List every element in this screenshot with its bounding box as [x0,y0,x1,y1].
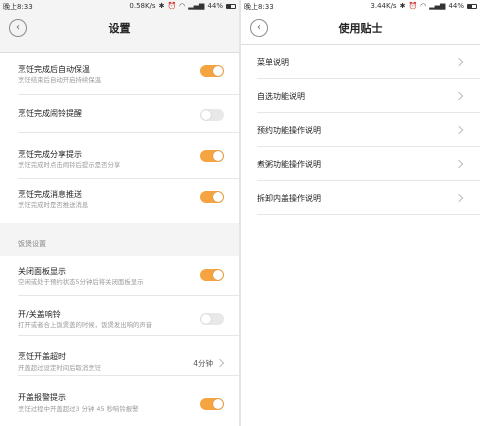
lid-timeout-value: 4分钟 [193,359,213,368]
setting-title: 关闭面板显示 [18,267,66,276]
settings-screen: 晚上8:33 0.58K/s ✱ ⏰ ◠ ▂▄▆ 44% ‹ 设置 烹饪完成后自… [0,0,239,426]
battery-icon [467,3,477,9]
status-bar: 晚上8:33 3.44K/s ✱ ⏰ ◠ ▂▄▆ 44% [241,0,480,13]
net-speed: 3.44K/s [370,2,397,10]
share-prompt-toggle[interactable] [200,150,224,162]
keep-warm-toggle[interactable] [200,65,224,77]
push-message-toggle[interactable] [200,191,224,203]
page-title: 使用贴士 [338,22,383,35]
wifi-icon: ◠ [420,2,427,10]
setting-subtitle: 烹饪完成时是否推送消息 [18,201,89,209]
tip-menu-guide[interactable]: 菜单说明 [241,45,480,79]
setting-title: 开/关盖响铃 [18,310,61,319]
setting-subtitle: 烹饪结束后自动开启持续保温 [18,76,102,84]
device-settings-list: 关闭面板显示 空闲或处于预约状态5分钟后将关闭面板显示 开/关盖响铃 打开或者合… [0,256,239,426]
app-bar: ‹ 设置 [0,13,239,43]
tip-label: 煮粥功能操作说明 [257,160,321,169]
tip-porridge-function[interactable]: 煮粥功能操作说明 [241,147,480,181]
panel-display-toggle[interactable] [200,269,224,281]
setting-subtitle: 开盖超过设定时间后取消烹饪 [18,364,102,372]
tip-remove-inner-lid[interactable]: 拆卸内盖操作说明 [241,181,480,215]
setting-subtitle: 空闲或处于预约状态5分钟后将关闭面板显示 [18,278,144,286]
setting-auto-keep-warm[interactable]: 烹饪完成后自动保温 烹饪结束后自动开启持续保温 [0,53,239,95]
status-bar: 晚上8:33 0.58K/s ✱ ⏰ ◠ ▂▄▆ 44% [0,0,239,13]
setting-title: 烹饪开盖超时 [18,352,66,361]
app-bar: ‹ 使用贴士 [241,13,480,43]
setting-share-prompt[interactable]: 烹饪完成分享提示 烹饪完成时点击闹铃后提示是否分享 [0,133,239,179]
setting-lid-timeout[interactable]: 烹饪开盖超时 开盖超过设定时间后取消烹饪 4分钟 [0,336,239,376]
setting-title: 开盖报警提示 [18,393,66,402]
signal-icon: ▂▄▆ [188,2,205,10]
setting-subtitle: 烹饪完成时点击闹铃后提示是否分享 [18,161,121,169]
chevron-right-icon [454,159,464,169]
tip-label: 自选功能说明 [257,92,305,101]
chevron-right-icon [454,193,464,203]
setting-panel-display[interactable]: 关闭面板显示 空闲或处于预约状态5分钟后将关闭面板显示 [0,256,239,296]
chevron-right-icon [454,125,464,135]
lid-alarm-toggle[interactable] [200,398,224,410]
tip-label: 菜单说明 [257,58,289,67]
status-time: 晚上8:33 [3,3,33,11]
group-label: 饭煲设置 [18,240,46,248]
setting-lid-alarm[interactable]: 开盖报警提示 烹饪过程中开盖超过3 分钟 45 秒响铃报警 [0,376,239,426]
battery-percent: 44% [448,2,464,10]
battery-icon [226,3,236,9]
setting-subtitle: 烹饪过程中开盖超过3 分钟 45 秒响铃报警 [18,405,139,413]
chevron-right-icon [454,91,464,101]
tip-label: 拆卸内盖操作说明 [257,194,321,203]
page-title: 设置 [108,22,131,35]
chevron-right-icon [215,358,225,368]
alarm-icon: ⏰ [167,2,177,10]
battery-percent: 44% [207,2,223,10]
setting-subtitle: 打开或者合上饭煲盖的时候，饭煲发出响的声音 [18,321,153,329]
lid-sound-toggle[interactable] [200,313,224,325]
setting-lid-sound[interactable]: 开/关盖响铃 打开或者合上饭煲盖的时候，饭煲发出响的声音 [0,296,239,336]
net-speed: 0.58K/s [129,2,156,10]
alarm-reminder-toggle[interactable] [200,109,224,121]
settings-list: 烹饪完成后自动保温 烹饪结束后自动开启持续保温 烹饪完成闹铃提醒 烹饪完成分享提… [0,53,239,223]
setting-title: 烹饪完成后自动保温 [18,65,90,74]
bluetooth-icon: ✱ [158,2,165,10]
setting-title: 烹饪完成闹铃提醒 [18,109,82,118]
tips-screen: 晚上8:33 3.44K/s ✱ ⏰ ◠ ▂▄▆ 44% ‹ 使用贴士 菜单说明… [241,0,480,426]
setting-title: 烹饪完成分享提示 [18,150,82,159]
status-time: 晚上8:33 [244,3,274,11]
tip-label: 预约功能操作说明 [257,126,321,135]
setting-push-message[interactable]: 烹饪完成消息推送 烹饪完成时是否推送消息 [0,179,239,223]
tip-reservation-function[interactable]: 预约功能操作说明 [241,113,480,147]
setting-title: 烹饪完成消息推送 [18,190,82,199]
setting-alarm-reminder[interactable]: 烹饪完成闹铃提醒 [0,95,239,133]
alarm-icon: ⏰ [408,2,418,10]
wifi-icon: ◠ [179,2,186,10]
chevron-right-icon [454,57,464,67]
bluetooth-icon: ✱ [399,2,406,10]
signal-icon: ▂▄▆ [429,2,446,10]
tip-custom-function[interactable]: 自选功能说明 [241,79,480,113]
